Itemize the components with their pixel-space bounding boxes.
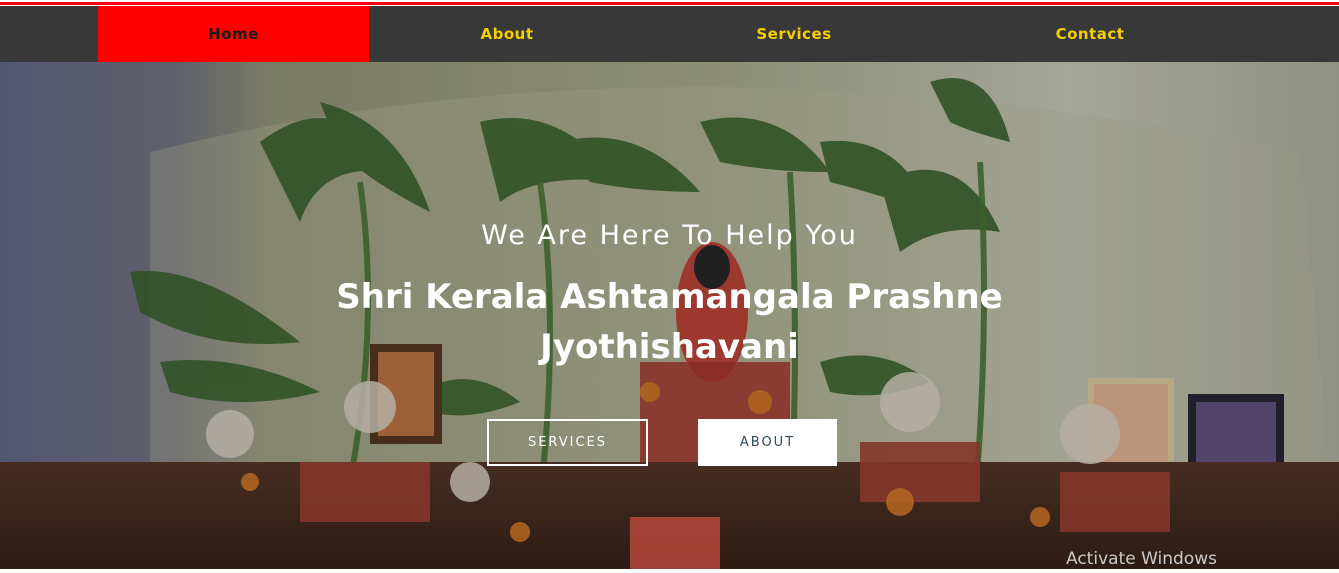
nav-home[interactable]: Home	[98, 6, 369, 62]
nav-services[interactable]: Services	[707, 6, 881, 62]
top-red-line	[0, 2, 1339, 5]
activate-windows-watermark: Activate Windows	[1066, 549, 1217, 569]
hero-title-line1: Shri Kerala Ashtamangala Prashne	[336, 277, 1003, 317]
hero-title-line2: Jyothishavani	[540, 327, 799, 367]
services-button[interactable]: SERVICES	[487, 419, 648, 466]
hero-subtitle: We Are Here To Help You	[481, 220, 858, 251]
nav-contact[interactable]: Contact	[1003, 6, 1177, 62]
bottom-strip	[0, 569, 1339, 573]
hero-title: Shri Kerala Ashtamangala Prashne Jyothis…	[300, 272, 1039, 372]
about-button[interactable]: ABOUT	[698, 419, 837, 466]
nav-about[interactable]: About	[420, 6, 594, 62]
navbar: Home About Services Contact	[0, 6, 1339, 62]
hero-section: We Are Here To Help You Shri Kerala Asht…	[0, 62, 1339, 569]
